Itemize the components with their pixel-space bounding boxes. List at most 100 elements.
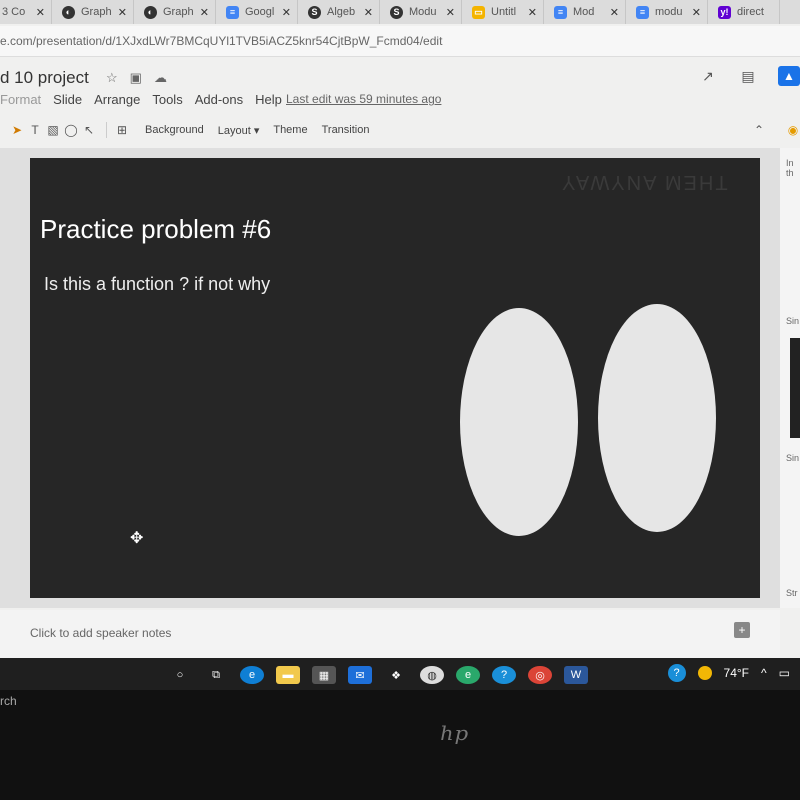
desmos-icon: ◐	[144, 5, 157, 19]
select-cursor-icon[interactable]: ➤	[8, 123, 26, 137]
screen: 3 Co ✕ ◐ Graph ✕ ◐ Graph ✕ ≡ Googl ✕ S A…	[0, 0, 800, 690]
shape-icon[interactable]: ◯	[62, 123, 80, 137]
close-icon[interactable]: ✕	[692, 6, 701, 19]
menu-help[interactable]: Help	[255, 92, 282, 107]
slide[interactable]: THEM ANYWAY Practice problem #6 Is this …	[30, 158, 760, 598]
move-cursor-icon: ✥	[130, 530, 144, 547]
plus-icon[interactable]: +	[734, 622, 750, 638]
chevron-up-icon[interactable]: ^	[761, 666, 767, 680]
help-tray-icon[interactable]: ?	[667, 664, 686, 682]
side-thumbnail[interactable]	[790, 338, 800, 438]
close-icon[interactable]: ✕	[528, 6, 537, 19]
present-upload-icon[interactable]: ▲	[778, 66, 800, 86]
tab-title: Graph	[81, 6, 112, 18]
close-icon[interactable]: ✕	[118, 6, 127, 19]
layout-button[interactable]: Layout ▾	[218, 124, 260, 137]
taskbar-search-text[interactable]: rch	[0, 694, 17, 708]
speaker-notes[interactable]: Click to add speaker notes +	[0, 610, 780, 658]
windows-taskbar: ○ ⧉ e ▬ ▦ ✉ ❖ ◍ e ? ◎ W ? 74°F ^ ▭	[0, 658, 800, 690]
url-text[interactable]: e.com/presentation/d/1XJxdLWr7BMCqUYl1TV…	[0, 34, 442, 48]
hp-logo-icon: ʰᵖ	[440, 720, 469, 760]
close-icon[interactable]: ✕	[200, 6, 209, 19]
side-label: In th	[786, 158, 794, 178]
presentation-title[interactable]: d 10 project	[0, 68, 89, 88]
task-view-icon[interactable]: ⧉	[204, 666, 228, 684]
close-icon[interactable]: ✕	[446, 6, 455, 19]
tab-title: Modu	[409, 6, 437, 18]
dropbox-icon[interactable]: ❖	[384, 666, 408, 684]
chevron-down-icon: ▾	[253, 124, 260, 137]
close-icon[interactable]: ✕	[282, 6, 291, 19]
speaker-notes-placeholder[interactable]: Click to add speaker notes	[30, 626, 171, 640]
cloud-icon: ☁	[153, 70, 167, 85]
google-docs-icon: ≡	[226, 5, 239, 19]
browser-tab[interactable]: ≡ Mod ✕	[544, 0, 626, 24]
help-icon[interactable]: ?	[492, 666, 516, 684]
menu-arrange[interactable]: Arrange	[94, 92, 140, 107]
taskbar-apps: ○ ⧉ e ▬ ▦ ✉ ❖ ◍ e ? ◎ W	[168, 666, 588, 684]
yahoo-icon: y!	[718, 5, 731, 19]
browser-tab[interactable]: ◐ Graph ✕	[52, 0, 134, 24]
menu-tools[interactable]: Tools	[152, 92, 182, 107]
menu-format[interactable]: Format	[0, 92, 41, 107]
right-side-panel: In th Sin Sin Str	[780, 148, 800, 608]
desmos-icon: ◐	[62, 5, 75, 19]
chevron-up-icon[interactable]: ⌃	[750, 123, 768, 137]
file-explorer-icon[interactable]: ▬	[276, 666, 300, 684]
browser-tab[interactable]: ≡ modu ✕	[626, 0, 708, 24]
text-box-icon[interactable]: T	[26, 123, 44, 137]
tab-title: Graph	[163, 6, 194, 18]
browser-tab[interactable]: ◐ Graph ✕	[134, 0, 216, 24]
left-oval-shape[interactable]	[460, 308, 578, 536]
menu-addons[interactable]: Add-ons	[195, 92, 243, 107]
browser-tab[interactable]: S Algeb ✕	[298, 0, 380, 24]
browser-tab[interactable]: S Modu ✕	[380, 0, 462, 24]
edge-dev-icon[interactable]: e	[456, 666, 480, 684]
app-icon[interactable]: ◍	[420, 666, 444, 684]
activity-trend-icon[interactable]: ↗	[698, 67, 718, 85]
display-icon[interactable]: ▭	[779, 666, 790, 680]
browser-tab[interactable]: 3 Co ✕	[0, 0, 52, 24]
header-actions: ↗ ▤ ▲	[698, 66, 800, 86]
slide-question[interactable]: Is this a function ? if not why	[44, 274, 270, 295]
search-circle-icon[interactable]: ○	[168, 666, 192, 684]
new-comment-icon[interactable]: ⊞	[113, 123, 131, 137]
close-icon[interactable]: ✕	[610, 6, 619, 19]
google-docs-icon: ≡	[636, 5, 649, 19]
browser-tab[interactable]: ≡ Googl ✕	[216, 0, 298, 24]
weather-sun-icon	[697, 666, 712, 680]
palette-icon[interactable]: ◉	[784, 123, 800, 137]
toolbar: ➤ T ▧ ◯ ↖ ⊞ Background Layout ▾ Theme Tr…	[0, 118, 800, 142]
tab-title: Algeb	[327, 6, 356, 18]
move-folder-icon[interactable]: ▣	[130, 70, 142, 86]
side-label: Str	[786, 588, 798, 598]
right-oval-shape[interactable]	[598, 304, 716, 532]
tab-title: direct	[737, 6, 764, 18]
close-icon[interactable]: ✕	[36, 6, 45, 19]
line-icon[interactable]: ↖	[80, 123, 98, 137]
star-icon[interactable]: ☆	[106, 70, 118, 86]
browser-tab[interactable]: ▭ Untitl ✕	[462, 0, 544, 24]
chrome-icon[interactable]: ◎	[528, 666, 552, 684]
close-icon[interactable]: ✕	[364, 6, 373, 19]
mail-icon[interactable]: ✉	[348, 666, 372, 684]
word-icon[interactable]: W	[564, 666, 588, 684]
slides-icon: ▭	[472, 5, 485, 19]
slide-canvas: THEM ANYWAY Practice problem #6 Is this …	[0, 148, 780, 608]
address-bar[interactable]: e.com/presentation/d/1XJxdLWr7BMCqUYl1TV…	[0, 26, 800, 57]
theme-button[interactable]: Theme	[273, 124, 307, 136]
title-actions: ☆ ▣ ☁	[106, 70, 167, 86]
tab-title: 3 Co	[2, 6, 26, 18]
comments-icon[interactable]: ▤	[738, 67, 758, 85]
slide-title[interactable]: Practice problem #6	[40, 214, 271, 245]
background-button[interactable]: Background	[145, 124, 204, 136]
last-edit-link[interactable]: Last edit was 59 minutes ago	[286, 92, 441, 106]
tab-title: Googl	[245, 6, 275, 18]
browser-tab[interactable]: y! direct	[708, 0, 780, 24]
store-icon[interactable]: ▦	[312, 666, 336, 684]
temperature[interactable]: 74°F	[724, 666, 749, 680]
menu-slide[interactable]: Slide	[53, 92, 82, 107]
edge-icon[interactable]: e	[240, 666, 264, 684]
image-icon[interactable]: ▧	[44, 123, 62, 137]
transition-button[interactable]: Transition	[322, 124, 370, 136]
